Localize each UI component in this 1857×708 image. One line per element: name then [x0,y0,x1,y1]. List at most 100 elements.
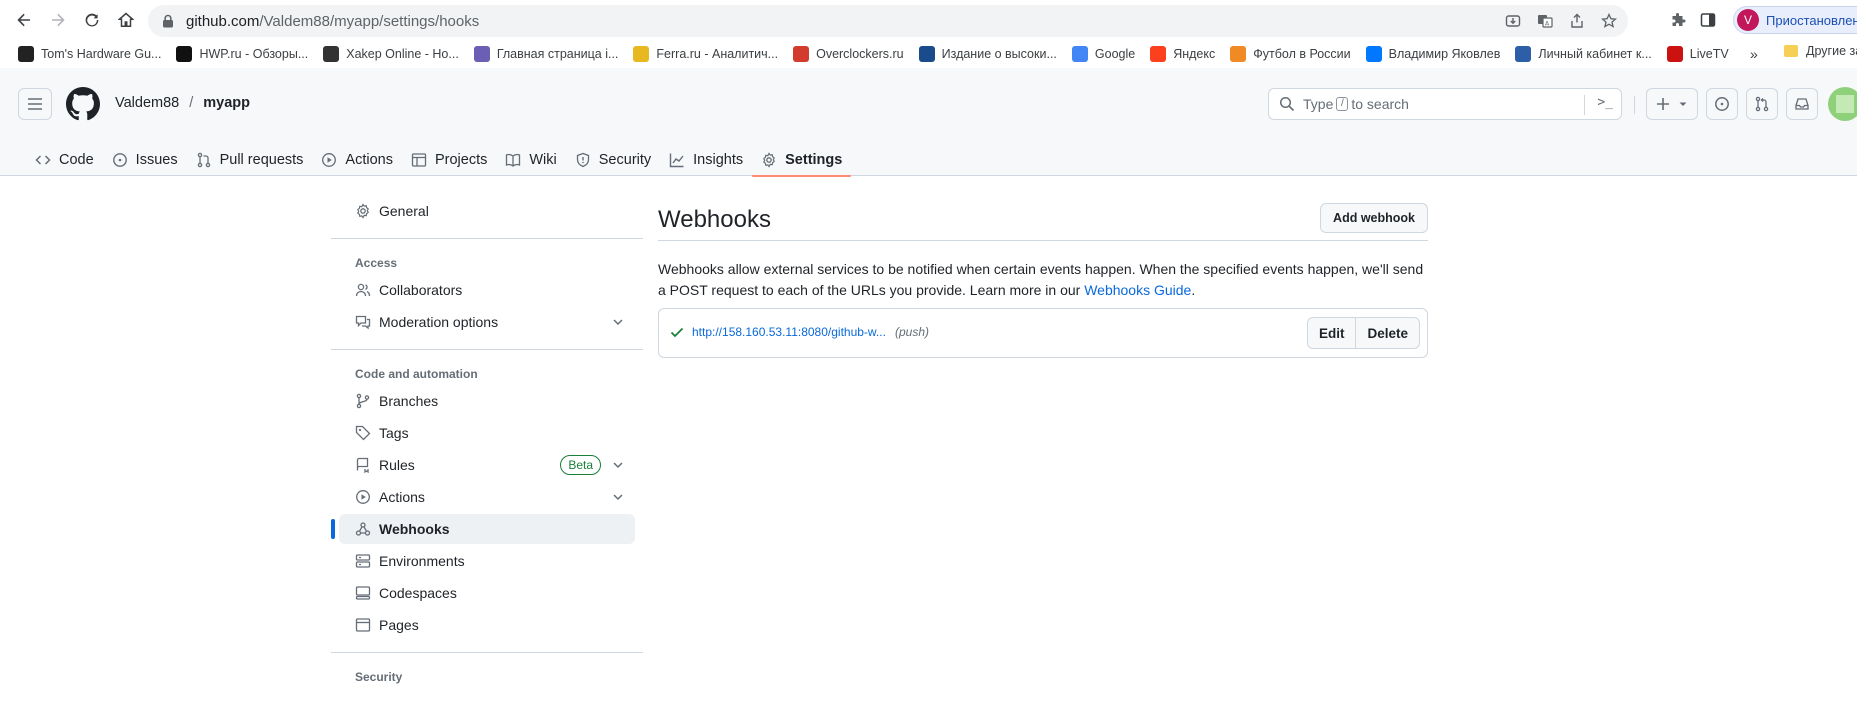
site-info-icon[interactable] [162,14,174,28]
command-palette-icon[interactable]: >_ [1597,95,1613,110]
tab-actions[interactable]: Actions [312,144,402,176]
home-icon[interactable] [112,6,140,34]
share-icon[interactable] [1568,12,1586,30]
sidebar-item-branches[interactable]: Branches [339,386,635,416]
sidebar-item-rules[interactable]: Rules Beta [339,450,635,480]
github-logo-icon[interactable] [66,87,100,121]
tab-label: Wiki [529,152,557,168]
tab-label: Settings [785,152,843,168]
bookmark-item[interactable]: Футбол в России [1230,46,1351,62]
book-icon [505,152,521,168]
search-placeholder: Type / to search [1303,96,1409,112]
sidebar-item-label: Rules [379,457,415,473]
ixbt-icon [473,46,490,62]
bookmark-label: Главная страница i... [496,47,619,61]
bookmark-item[interactable]: Google [1071,46,1136,62]
breadcrumb: Valdem88 / myapp [115,95,250,111]
issue-icon [112,152,128,168]
sidebar-item-general[interactable]: General [339,196,635,226]
tab-issues[interactable]: Issues [103,144,187,176]
tab-security[interactable]: Security [566,144,660,176]
bookmark-label: HWP.ru - Обзоры... [199,47,309,61]
sidebar-item-label: Pages [379,617,419,633]
bookmark-item[interactable]: Ferra.ru - Аналитич... [633,46,778,62]
tab-insights[interactable]: Insights [660,144,752,176]
bookmark-item[interactable]: LiveTV [1666,46,1729,62]
bookmark-star-icon[interactable] [1600,12,1618,30]
webhooks-guide-link[interactable]: Webhooks Guide [1084,282,1191,298]
install-app-icon[interactable] [1504,12,1522,30]
bookmark-item[interactable]: Владимир Яковлев [1365,46,1500,62]
bookmark-item[interactable]: Яндекс [1150,46,1215,62]
inbox-button[interactable] [1786,88,1818,120]
address-bar[interactable]: github.com/Valdem88/myapp/settings/hooks… [148,5,1628,37]
bookmark-label: Overclockers.ru [816,47,904,61]
sidebar-item-collaborators[interactable]: Collaborators [339,275,635,305]
sidebar-item-webhooks[interactable]: Webhooks [331,514,635,544]
triangle-down-icon [1679,102,1687,106]
bookmark-item[interactable]: Издание о высоки... [918,46,1057,62]
sidebar-item-actions[interactable]: Actions [339,482,635,512]
sidebar-item-moderation-options[interactable]: Moderation options [339,307,635,337]
chevron-down-icon [613,319,623,326]
bookmark-item[interactable]: Xakep Online - Но... [323,46,459,62]
tab-label: Insights [693,152,744,168]
active-indicator [331,519,335,539]
issues-button[interactable] [1706,88,1738,120]
global-nav-menu-button[interactable] [18,88,52,120]
forward-arrow-icon[interactable] [44,6,72,34]
sidebar-item-tags[interactable]: Tags [339,418,635,448]
livetv-icon [1666,46,1683,62]
create-new-button[interactable] [1646,88,1698,120]
bookmark-item[interactable]: Tom's Hardware Gu... [18,46,161,62]
other-bookmarks-folder[interactable]: Другие за [1784,44,1857,58]
beta-badge: Beta [560,455,601,475]
yandex-icon [1150,46,1167,62]
webhook-icon [355,521,371,537]
tab-code[interactable]: Code [26,144,103,176]
user-avatar[interactable] [1828,87,1857,121]
bookmark-item[interactable]: Overclockers.ru [793,46,904,62]
sidebar-item-pages[interactable]: Pages [339,610,635,640]
repo-push-icon [355,457,371,473]
side-panel-icon[interactable] [1700,12,1716,28]
habr-icon [918,46,935,62]
search-input[interactable]: Type / to search >_ [1268,88,1622,120]
tab-projects[interactable]: Projects [402,144,496,176]
sidebar-item-codespaces[interactable]: Codespaces [339,578,635,608]
other-bookmarks-label: Другие за [1806,44,1857,58]
reload-icon[interactable] [78,6,106,34]
sidebar-item-environments[interactable]: Environments [339,546,635,576]
bookmarks-overflow-icon[interactable]: » [1750,46,1758,62]
add-webhook-button[interactable]: Add webhook [1320,203,1428,233]
codespaces-icon [355,585,371,601]
delete-button[interactable]: Delete [1355,318,1419,348]
bookmark-item[interactable]: Личный кабинет к... [1515,46,1652,62]
bookmark-item[interactable]: Главная страница i... [473,46,619,62]
breadcrumb-repo-link[interactable]: myapp [203,95,250,111]
edit-button[interactable]: Edit [1308,318,1355,348]
bookmark-label: Tom's Hardware Gu... [41,47,162,61]
webhook-url-link[interactable]: http://158.160.53.11:8080/github-w... [692,325,886,339]
graph-icon [669,152,685,168]
profile-button[interactable]: V Приостановлена [1733,6,1857,34]
webhooks-main: Webhooks Add webhook Webhooks allow exte… [658,196,1428,358]
back-arrow-icon[interactable] [10,6,38,34]
repo-tabs: Code Issues Pull requests Actions Projects Wi… [26,144,852,177]
browser-icon [355,617,371,633]
extensions-puzzle-icon[interactable] [1670,12,1686,28]
tab-settings[interactable]: Settings [752,144,852,177]
page-header: Webhooks Add webhook [658,196,1428,241]
bookmark-label: Футбол в России [1253,47,1351,61]
sidebar-heading-security: Security [355,670,403,684]
tab-pull-requests[interactable]: Pull requests [187,144,313,176]
ferra-icon [633,46,650,62]
tab-wiki[interactable]: Wiki [496,144,565,176]
pull-requests-button[interactable] [1746,88,1778,120]
translate-icon[interactable]: A [1536,12,1554,30]
bookmark-label: Google [1094,47,1136,61]
football-icon [1230,46,1247,62]
breadcrumb-owner-link[interactable]: Valdem88 [115,95,179,111]
breadcrumb-separator: / [189,95,194,111]
bookmark-item[interactable]: HWP.ru - Обзоры... [176,46,308,62]
